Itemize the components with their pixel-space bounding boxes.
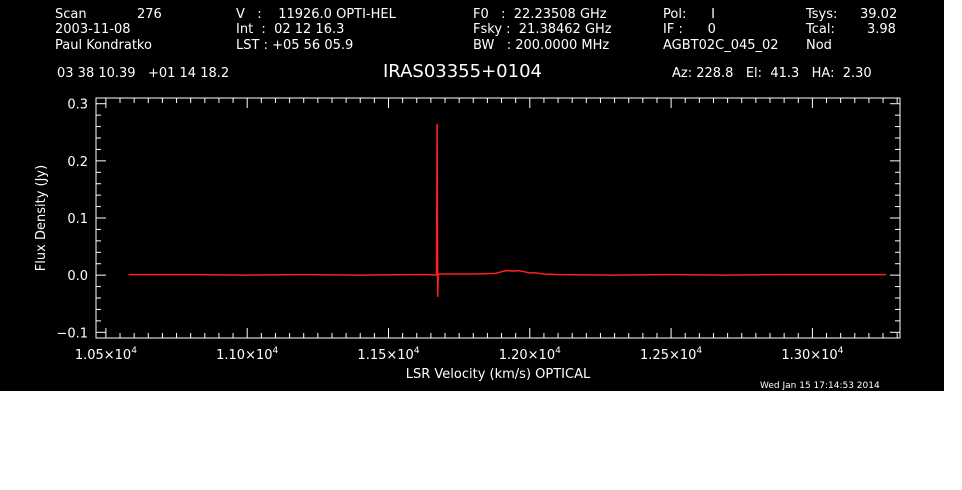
y-tick-label: −0.1: [56, 326, 88, 341]
plot-frame: [95, 97, 901, 339]
plot-timestamp: Wed Jan 15 17:14:53 2014: [760, 381, 880, 391]
spectrum-line: [128, 123, 886, 297]
x-tick-label: 1.20×104: [499, 346, 561, 363]
y-tick-label: 0.0: [67, 269, 88, 284]
x-tick-label: 1.05×104: [75, 346, 137, 363]
plot-panel: Scan 276 2003-11-08 Paul Kondratko V : 1…: [0, 0, 944, 391]
y-tick-label: 0.2: [67, 155, 88, 170]
x-tick-label: 1.10×104: [216, 346, 278, 363]
y-tick-label: 0.3: [67, 98, 88, 113]
x-tick-label: 1.15×104: [357, 346, 419, 363]
y-tick-label: 0.1: [67, 212, 88, 227]
spectrum-chart: 1.05×104 1.10×104 1.15×104 1.20×104 1.25×104…: [34, 97, 901, 382]
x-axis-label: LSR Velocity (km/s) OPTICAL: [406, 367, 591, 382]
x-tick-label: 1.30×104: [781, 346, 843, 363]
y-axis-label: Flux Density (Jy): [34, 165, 49, 271]
x-tick-label: 1.25×104: [640, 346, 702, 363]
